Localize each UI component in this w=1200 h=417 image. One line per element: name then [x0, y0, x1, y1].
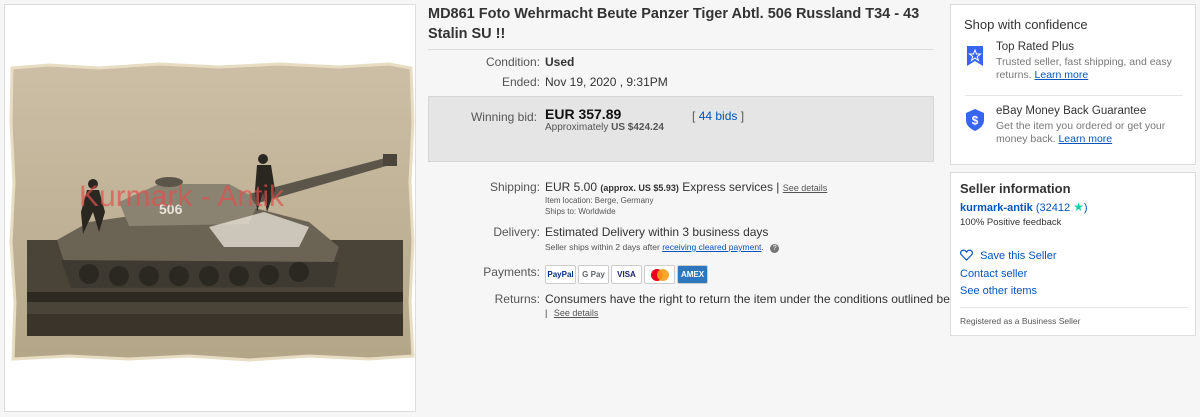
save-seller-link[interactable]: Save this Seller: [980, 250, 1056, 262]
seller-feedback: 100% Positive feedback: [960, 217, 1062, 228]
svg-text:$: $: [972, 114, 979, 128]
ships-to: Ships to: Worldwide: [545, 207, 616, 216]
delivery-note: Seller ships within 2 days after: [545, 242, 660, 252]
condition-value: Used: [545, 55, 575, 69]
shipping-service: Express services |: [682, 180, 780, 194]
mastercard-icon: [644, 265, 675, 284]
top-rated-badge-icon: [967, 46, 983, 66]
divider: [965, 95, 1183, 96]
seller-score-close: ): [1083, 202, 1088, 214]
returns-details-link[interactable]: See details: [554, 308, 599, 318]
seller-score[interactable]: (32412: [1036, 202, 1070, 214]
divider: [960, 307, 1188, 308]
seller-title: Seller information: [960, 181, 1071, 196]
heart-icon: [960, 249, 973, 261]
item-title: MD861 Foto Wehrmacht Beute Panzer Tiger …: [428, 6, 920, 42]
payment-methods: PayPal G Pay VISA AMEX: [545, 265, 710, 284]
item-image-panel: 506 Kurmark - Antik: [4, 4, 416, 412]
item-photo[interactable]: 506 Kurmark - Antik: [9, 62, 415, 362]
top-rated-learn-more[interactable]: Learn more: [1035, 69, 1089, 81]
registered-business-seller: Registered as a Business Seller: [960, 316, 1081, 326]
returns-label: Returns:: [494, 292, 540, 306]
shop-with-confidence-card: Shop with confidence Top Rated Plus Trus…: [950, 4, 1196, 165]
cleared-payment-link[interactable]: receiving cleared payment: [662, 242, 761, 252]
money-back-guarantee: $ eBay Money Back Guarantee Get the item…: [965, 105, 1189, 149]
photo-watermark: Kurmark - Antik: [79, 180, 285, 213]
confidence-title: Shop with confidence: [964, 17, 1088, 32]
delivery-value: Estimated Delivery within 3 business day…: [545, 225, 769, 239]
item-details: MD861 Foto Wehrmacht Beute Panzer Tiger …: [428, 4, 968, 412]
save-seller-row[interactable]: Save this Seller: [960, 249, 1057, 262]
ended-value: Nov 19, 2020 , 9:31PM: [545, 75, 668, 89]
shipping-details-link[interactable]: See details: [783, 183, 828, 193]
shipping-price: EUR 5.00: [545, 180, 598, 194]
contact-seller-link[interactable]: Contact seller: [960, 268, 1027, 280]
item-location: Item location: Berge, Germany: [545, 196, 654, 205]
approx-prefix: Approximately: [545, 122, 609, 133]
condition-label: Condition:: [485, 55, 540, 69]
shield-dollar-icon: $: [966, 109, 984, 131]
top-rated-title: Top Rated Plus: [996, 41, 1074, 53]
returns-pipe: |: [545, 308, 548, 318]
approx-value: US $424.24: [611, 122, 664, 133]
payments-label: Payments:: [483, 265, 540, 279]
shipping-approx: (approx. US $5.93): [600, 183, 679, 193]
visa-icon: VISA: [611, 265, 642, 284]
winning-bid-label: Winning bid:: [470, 110, 537, 124]
help-icon[interactable]: ?: [770, 244, 780, 253]
delivery-note-period: .: [761, 242, 764, 252]
returns-value: Consumers have the right to return the i…: [545, 292, 968, 306]
divider: [428, 49, 934, 50]
guarantee-learn-more[interactable]: Learn more: [1058, 133, 1112, 145]
bids-link[interactable]: 44 bids: [699, 109, 738, 123]
delivery-label: Delivery:: [493, 225, 540, 239]
guarantee-title: eBay Money Back Guarantee: [996, 105, 1147, 117]
paypal-icon: PayPal: [545, 265, 576, 284]
winning-bid-price: EUR 357.89: [545, 106, 622, 122]
ended-label: Ended:: [501, 75, 540, 89]
see-other-items-link[interactable]: See other items: [960, 285, 1037, 297]
seller-name-link[interactable]: kurmark-antik: [960, 202, 1033, 214]
top-rated-plus: Top Rated Plus Trusted seller, fast ship…: [965, 41, 1189, 85]
google-pay-icon: G Pay: [578, 265, 609, 284]
seller-information-card: Seller information kurmark-antik (32412 …: [950, 172, 1196, 336]
shipping-label: Shipping:: [489, 180, 540, 194]
winning-bid-box: Winning bid: EUR 357.89 Approximately US…: [428, 96, 934, 162]
bids-bracket-close: ]: [740, 109, 745, 123]
amex-icon: AMEX: [677, 265, 708, 284]
bids-bracket-open: [: [692, 109, 696, 123]
star-icon: ★: [1073, 200, 1084, 214]
